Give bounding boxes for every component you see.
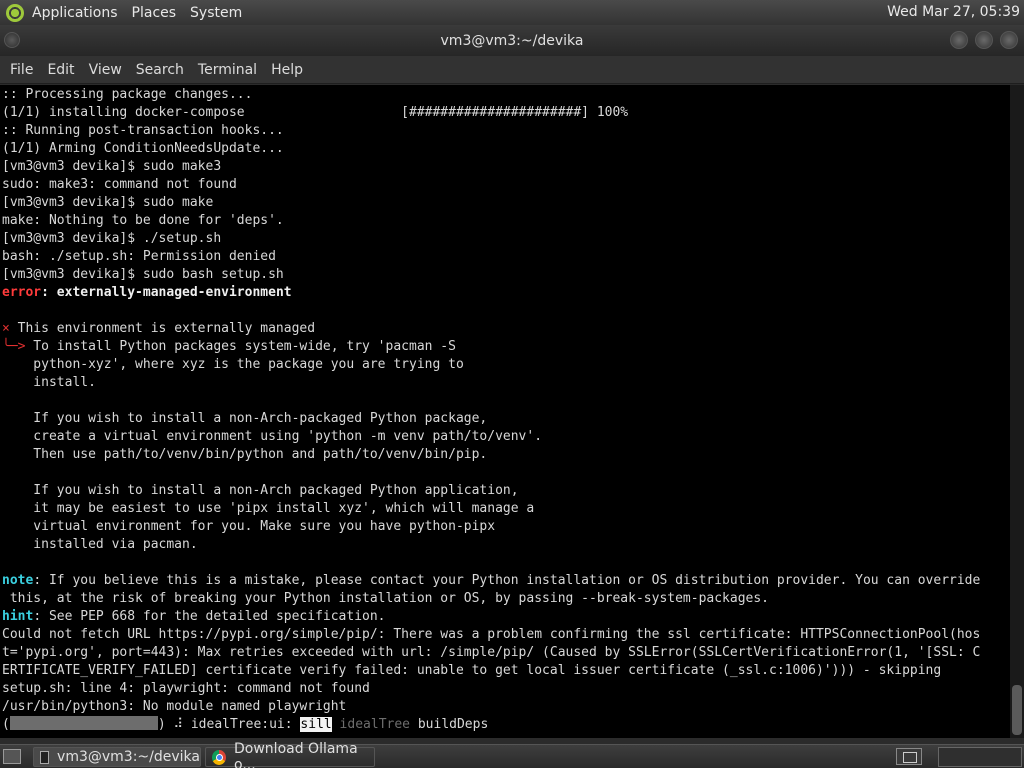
workspace-switcher[interactable]	[938, 747, 1022, 767]
env-body-line: it may be easiest to use 'pipx install x…	[2, 501, 535, 516]
menu-help[interactable]: Help	[271, 60, 303, 80]
env-body-line: installed via pacman.	[2, 537, 198, 552]
env-body-line: ╰─> To install Python packages system-wi…	[2, 339, 456, 354]
terminal-output[interactable]: :: Processing package changes... (1/1) i…	[0, 85, 1010, 738]
env-body-line: create a virtual environment using 'pyth…	[2, 429, 543, 444]
terminal-line: bash: ./setup.sh: Permission denied	[2, 249, 276, 264]
close-button[interactable]	[1000, 31, 1018, 49]
menu-terminal[interactable]: Terminal	[198, 60, 257, 80]
terminal-line: t='pypi.org', port=443): Max retries exc…	[2, 645, 981, 660]
scrollbar-thumb[interactable]	[1012, 685, 1022, 735]
terminal-line: :: Processing package changes...	[2, 87, 253, 102]
cross-icon: ×	[2, 321, 10, 336]
show-desktop-icon[interactable]	[3, 749, 21, 764]
terminal-line: [vm3@vm3 devika]$ sudo make3	[2, 159, 222, 174]
task-label: Download Ollama o...	[234, 741, 358, 768]
task-terminal[interactable]: vm3@vm3:~/devika	[33, 747, 201, 767]
env-body-line: Then use path/to/venv/bin/python and pat…	[2, 447, 488, 462]
terminal-line: sudo: make3: command not found	[2, 177, 237, 192]
distro-logo-icon[interactable]	[6, 3, 24, 22]
task-browser[interactable]: Download Ollama o...	[205, 741, 375, 768]
terminal-line: [vm3@vm3 devika]$ ./setup.sh	[2, 231, 222, 246]
menubar: File Edit View Search Terminal Help	[0, 56, 1024, 84]
menu-file[interactable]: File	[10, 60, 33, 80]
menu-view[interactable]: View	[89, 60, 122, 80]
task-label: vm3@vm3:~/devika	[57, 749, 200, 765]
error-text: : externally-managed-environment	[41, 285, 292, 300]
hint-label: hint	[2, 609, 34, 624]
env-body-line: If you wish to install a non-Arch packag…	[2, 483, 519, 498]
top-panel: Applications Places System Wed Mar 27, 0…	[0, 0, 1024, 25]
window-titlebar[interactable]: vm3@vm3:~/devika	[0, 25, 1024, 56]
system-menu[interactable]: System	[190, 5, 242, 21]
note-line: this, at the risk of breaking your Pytho…	[2, 591, 770, 606]
chrome-icon	[212, 749, 227, 765]
terminal-line: make: Nothing to be done for 'deps'.	[2, 213, 284, 228]
env-body-line	[2, 464, 1010, 482]
places-menu[interactable]: Places	[132, 5, 177, 21]
error-line: error: externally-managed-environment	[2, 284, 1010, 302]
window-title: vm3@vm3:~/devika	[440, 32, 584, 49]
env-body-line: install.	[2, 375, 96, 390]
terminal-line: [vm3@vm3 devika]$ sudo bash setup.sh	[2, 267, 284, 282]
menu-edit[interactable]: Edit	[47, 60, 74, 80]
env-body-line	[2, 392, 1010, 410]
note-label: note	[2, 573, 34, 588]
applications-menu[interactable]: Applications	[32, 5, 118, 21]
hint-line: hint: See PEP 668 for the detailed speci…	[2, 609, 386, 624]
spinner-icon: ⠼	[173, 717, 184, 732]
arrow-icon: ╰─>	[2, 339, 26, 354]
terminal-scrollbar[interactable]	[1010, 85, 1024, 738]
window-menu-icon[interactable]	[4, 32, 20, 48]
tray-monitor-icon[interactable]	[896, 748, 922, 765]
terminal-line: Could not fetch URL https://pypi.org/sim…	[2, 627, 981, 642]
env-body-line: virtual environment for you. Make sure y…	[2, 519, 496, 534]
terminal-line: ERTIFICATE_VERIFY_FAILED] certificate ve…	[2, 663, 942, 678]
menu-search[interactable]: Search	[136, 60, 184, 80]
sill-badge: sill	[300, 717, 332, 732]
bottom-taskbar: vm3@vm3:~/devika Download Ollama o...	[0, 741, 1024, 768]
env-body-line: If you wish to install a non-Arch-packag…	[2, 411, 488, 426]
progress-bar	[9, 716, 158, 730]
terminal-line: :: Running post-transaction hooks...	[2, 123, 284, 138]
error-label: error	[2, 285, 42, 300]
note-line: note: If you believe this is a mistake, …	[2, 573, 981, 588]
terminal-line: /usr/bin/python3: No module named playwr…	[2, 699, 347, 714]
terminal-line: (1/1) Arming ConditionNeedsUpdate...	[2, 141, 284, 156]
maximize-button[interactable]	[975, 31, 993, 49]
terminal-icon	[40, 750, 50, 764]
minimize-button[interactable]	[950, 31, 968, 49]
env-line: × This environment is externally managed	[2, 321, 316, 336]
npm-progress-line: () ⠼ idealTree:ui: sill idealTree buildD…	[2, 716, 489, 732]
terminal-line: setup.sh: line 4: playwright: command no…	[2, 681, 370, 696]
terminal-line: (1/1) installing docker-compose [#######…	[2, 105, 629, 120]
terminal-line: [vm3@vm3 devika]$ sudo make	[2, 195, 214, 210]
clock[interactable]: Wed Mar 27, 05:39	[887, 4, 1020, 20]
env-body-line: python-xyz', where xyz is the package yo…	[2, 357, 464, 372]
